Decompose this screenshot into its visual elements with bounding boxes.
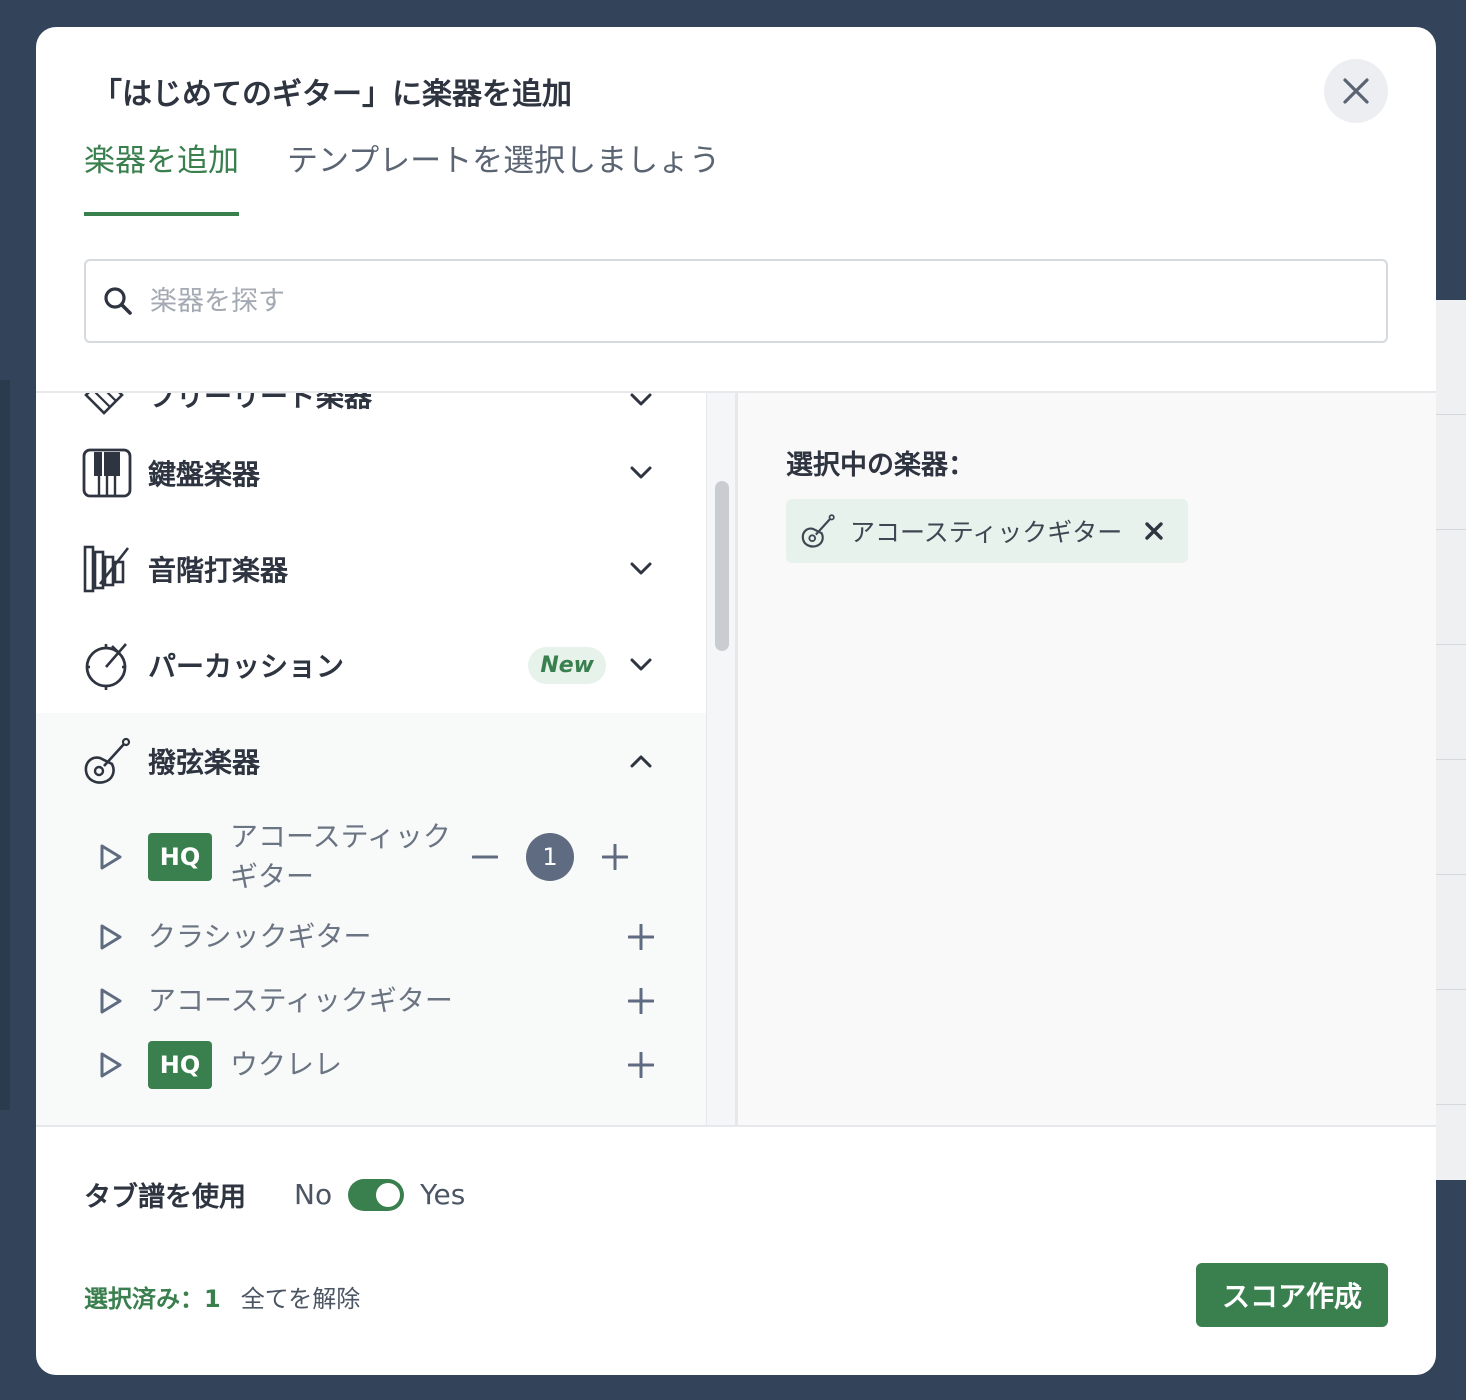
toggle-no-label: No [294, 1178, 333, 1211]
instrument-row[interactable]: アコースティックギター [36, 969, 706, 1033]
plus-icon [602, 844, 628, 870]
chevron-up-icon [626, 746, 656, 776]
add-instrument-button[interactable] [626, 1050, 656, 1080]
play-preview-icon[interactable] [96, 842, 126, 872]
category-label: 鍵盤楽器 [148, 458, 261, 491]
category-free-reed[interactable]: フリーリード楽器 [36, 393, 706, 425]
instrument-label: クラシックギター [148, 920, 372, 953]
minus-icon [472, 855, 498, 859]
toggle-yes-label: Yes [420, 1178, 466, 1211]
add-instrument-modal: 「はじめてのギター」に楽器を追加 楽器を追加 テンプレートを選択しましょう フリ… [36, 27, 1436, 1375]
piano-keys-icon [82, 448, 132, 498]
category-plucked-strings-section: 撥弦楽器 HQ アコースティックギター 1 クラシックギター アコースティックギ… [36, 713, 706, 1125]
xylophone-icon [82, 544, 132, 594]
play-preview-icon[interactable] [96, 1050, 126, 1080]
plus-icon [628, 988, 654, 1014]
instrument-label: ウクレレ [230, 1048, 343, 1081]
modal-tabs: 楽器を追加 テンプレートを選択しましょう [84, 135, 720, 216]
category-label: フリーリード楽器 [148, 393, 373, 413]
search-input[interactable] [150, 285, 1386, 317]
drum-icon [82, 640, 132, 690]
category-keyboard[interactable]: 鍵盤楽器 [36, 425, 706, 521]
category-label: 撥弦楽器 [148, 746, 261, 779]
scrollbar-thumb[interactable] [715, 481, 729, 651]
backdrop-edge [0, 380, 10, 1110]
category-label: 音階打楽器 [148, 554, 289, 587]
plus-icon [628, 924, 654, 950]
guitar-icon [82, 736, 132, 786]
close-button[interactable] [1324, 59, 1388, 123]
backdrop-page-hint [1432, 300, 1466, 1180]
hq-badge: HQ [148, 833, 212, 881]
new-badge: New [528, 646, 606, 684]
tab-notation-label: タブ譜を使用 [84, 1182, 246, 1213]
decrement-button[interactable] [470, 842, 500, 872]
instrument-row[interactable]: HQ アコースティックギター 1 [36, 809, 706, 905]
selected-instruments-panel: 選択中の楽器： アコースティックギター [738, 393, 1436, 1125]
chevron-down-icon [626, 393, 656, 415]
chip-label: アコースティックギター [850, 518, 1123, 547]
modal-footer: 選択済み：1 全てを解除 [84, 1279, 360, 1314]
plus-icon [628, 1052, 654, 1078]
toggle-knob [376, 1182, 401, 1207]
play-preview-icon[interactable] [96, 986, 126, 1016]
tab-notation-setting: タブ譜を使用 No Yes [84, 1175, 465, 1214]
instrument-row[interactable]: HQ ウクレレ [36, 1033, 706, 1097]
divider [36, 1125, 1436, 1127]
play-preview-icon[interactable] [96, 922, 126, 952]
search-icon [104, 287, 132, 315]
create-score-button[interactable]: スコア作成 [1196, 1263, 1388, 1327]
scrollbar[interactable] [706, 393, 738, 1125]
chevron-down-icon [626, 554, 656, 584]
hq-badge: HQ [148, 1041, 212, 1089]
instrument-label: アコースティックギター [148, 984, 453, 1017]
add-instrument-button[interactable] [600, 842, 630, 872]
clear-all-link[interactable]: 全てを解除 [241, 1279, 361, 1314]
accordion-icon [82, 393, 132, 415]
category-percussion[interactable]: パーカッション New [36, 617, 706, 713]
guitar-icon [801, 514, 835, 548]
add-instrument-button[interactable] [626, 922, 656, 952]
selected-instrument-chip: アコースティックギター [786, 499, 1189, 563]
category-pitched-percussion[interactable]: 音階打楽器 [36, 521, 706, 617]
instrument-label: アコースティックギター [230, 820, 451, 893]
add-instrument-button[interactable] [626, 986, 656, 1016]
chevron-down-icon [626, 650, 656, 680]
remove-chip-icon[interactable] [1144, 521, 1164, 541]
modal-title: 「はじめてのギター」に楽器を追加 [92, 77, 572, 112]
category-list: フリーリード楽器 鍵盤楽器 音階打楽器 パーカッション New 撥弦楽器 HQ … [36, 393, 706, 1125]
tab-add-instrument[interactable]: 楽器を追加 [84, 135, 239, 216]
selected-count: 選択済み：1 [84, 1285, 221, 1313]
close-icon [1343, 78, 1369, 104]
category-label: パーカッション [148, 650, 345, 683]
selected-title: 選択中の楽器： [786, 450, 975, 481]
category-plucked-strings[interactable]: 撥弦楽器 [36, 713, 706, 809]
instrument-count-badge: 1 [526, 833, 574, 881]
search-box [84, 259, 1388, 343]
instrument-row[interactable]: クラシックギター [36, 905, 706, 969]
chevron-down-icon [626, 458, 656, 488]
tab-notation-toggle[interactable] [348, 1178, 405, 1211]
tab-select-template[interactable]: テンプレートを選択しましょう [287, 135, 720, 216]
